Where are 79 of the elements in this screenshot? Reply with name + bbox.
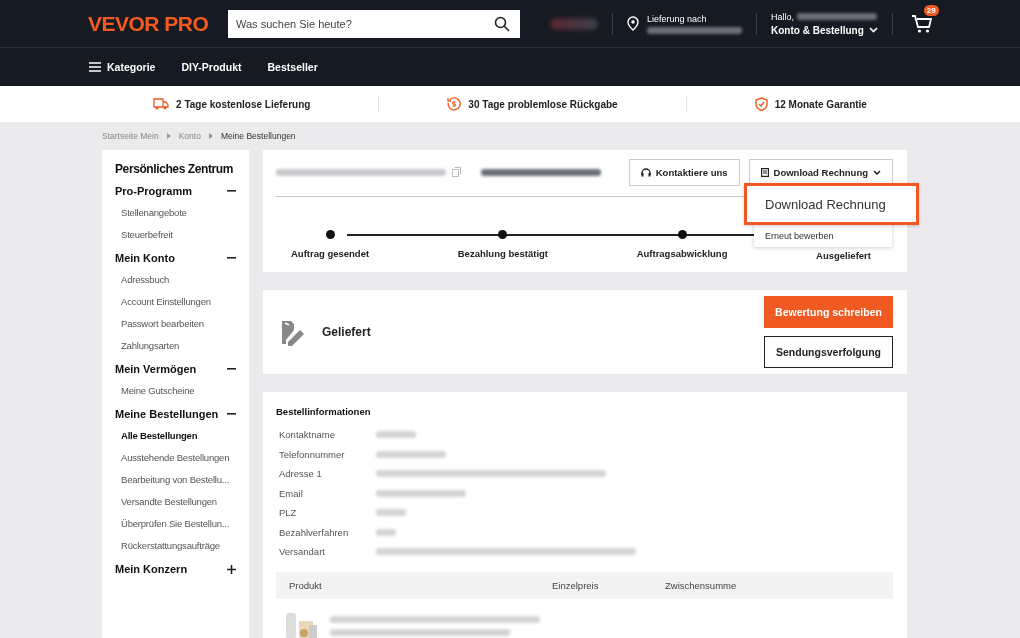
logo[interactable]: VEVOR PRO	[88, 11, 218, 36]
step-label: Bezahlung bestätigt	[457, 248, 548, 259]
benefit-text: 12 Monate Garantie	[774, 98, 867, 110]
section-heading[interactable]: Mein Vermögen	[115, 363, 197, 375]
breadcrumb-link[interactable]: Meine Bestellungen	[220, 131, 296, 141]
benefit-text: 30 Tage problemlose Rückgabe	[468, 98, 618, 110]
blurred-value	[376, 431, 416, 439]
blurred-flag	[550, 17, 598, 30]
sidebar-item[interactable]: Alle Bestellungen	[115, 425, 236, 447]
sidebar-item[interactable]: Meine Gutscheine	[115, 380, 236, 402]
nav-link[interactable]: Bestseller	[267, 61, 318, 73]
coin-return-icon	[447, 97, 462, 111]
section-heading[interactable]: Meine Bestellungen	[115, 408, 219, 420]
delivery-label: Lieferung nach	[647, 13, 708, 24]
menu-item[interactable]: Download Rechnung	[744, 183, 919, 225]
greeting: Hallo,	[771, 11, 794, 22]
column-header: Zwischensumme	[665, 579, 737, 591]
sidebar-item[interactable]: Versandte Bestellungen	[115, 491, 236, 513]
account-menu[interactable]: Konto & Bestellung	[771, 24, 878, 36]
column-header: Produkt	[288, 579, 323, 591]
field-label: Telefonnummer	[278, 448, 346, 460]
column-header: Einzelpreis	[552, 579, 600, 591]
cart-count-badge: 29	[923, 4, 939, 16]
step-label: Auftragsabwicklung	[636, 248, 728, 259]
sidebar-item[interactable]: Zahlungsarten	[115, 335, 236, 357]
sidebar-title: Persönliches Zentrum	[115, 162, 235, 176]
chevron-down-icon	[873, 169, 881, 175]
blurred-value	[376, 528, 396, 536]
sidebar-item[interactable]: Account Einstellungen	[115, 291, 236, 313]
section-heading[interactable]: Pro-Programm	[115, 185, 193, 197]
sidebar-item[interactable]: Ausstehende Bestellungen	[115, 447, 236, 469]
status-label: Geliefert	[322, 325, 371, 339]
tracking-button[interactable]: Sendungsverfolgung	[764, 336, 893, 368]
field-label: Bezahlverfahren	[278, 526, 350, 538]
collapse-minus-icon[interactable]	[227, 413, 236, 415]
chevron-down-icon	[868, 27, 878, 33]
step-label: Ausgeliefert	[816, 250, 871, 261]
section-heading[interactable]: Mein Konto	[115, 252, 175, 264]
sidebar-item[interactable]: Passwort bearbeiten	[115, 313, 236, 335]
expand-plus-icon[interactable]	[227, 564, 236, 574]
section-heading[interactable]: Mein Konzern	[115, 563, 188, 575]
nav-link[interactable]: DIY-Produkt	[181, 61, 242, 73]
nav-link[interactable]: Kategorie	[89, 61, 156, 73]
sidebar-item[interactable]: Adressbuch	[115, 269, 236, 291]
blurred-value	[376, 509, 406, 517]
field-label: Versandart	[278, 546, 326, 558]
edit-document-icon	[280, 318, 306, 346]
search-field[interactable]: Was suchen Sie heute?	[228, 9, 520, 38]
blurred-value	[376, 450, 446, 458]
menu-item[interactable]: Erneut bewerben	[754, 225, 892, 247]
field-label: Email	[278, 487, 304, 499]
collapse-minus-icon[interactable]	[227, 190, 236, 192]
location-pin-icon	[627, 16, 639, 31]
document-icon	[760, 167, 769, 177]
sidebar-item[interactable]: Steuerbefreit	[115, 224, 236, 246]
search-icon[interactable]	[494, 15, 510, 32]
benefit-text: 2 Tage kostenlose Lieferung	[176, 98, 311, 110]
cart-icon[interactable]	[910, 13, 933, 34]
truck-icon	[153, 98, 170, 110]
contact-button[interactable]: Kontaktiere uns	[628, 158, 740, 186]
field-label: Adresse 1	[278, 468, 323, 480]
sidebar-item[interactable]: Stellenangebote	[115, 202, 236, 224]
sidebar-item[interactable]: Überprüfen Sie Bestellun...	[115, 513, 236, 535]
sidebar-item[interactable]: Rückerstattungsaufträge	[115, 535, 236, 557]
step-dot-icon	[498, 230, 508, 239]
collapse-minus-icon[interactable]	[227, 368, 236, 370]
menu-icon	[89, 62, 101, 72]
field-label: PLZ	[278, 507, 298, 519]
headset-icon	[640, 167, 651, 177]
field-label: Kontaktname	[278, 429, 336, 441]
section-title: Bestellinformationen	[276, 406, 372, 417]
step-dot-icon	[677, 230, 687, 239]
sidebar-item[interactable]: Bearbeitung von Bestellu...	[115, 469, 236, 491]
chevron-right-icon	[166, 133, 171, 139]
shield-check-icon	[754, 97, 768, 111]
step-label: Auftrag gesendet	[291, 248, 370, 259]
chevron-right-icon	[208, 133, 213, 139]
step-dot-icon	[325, 230, 335, 239]
collapse-minus-icon[interactable]	[227, 257, 236, 259]
